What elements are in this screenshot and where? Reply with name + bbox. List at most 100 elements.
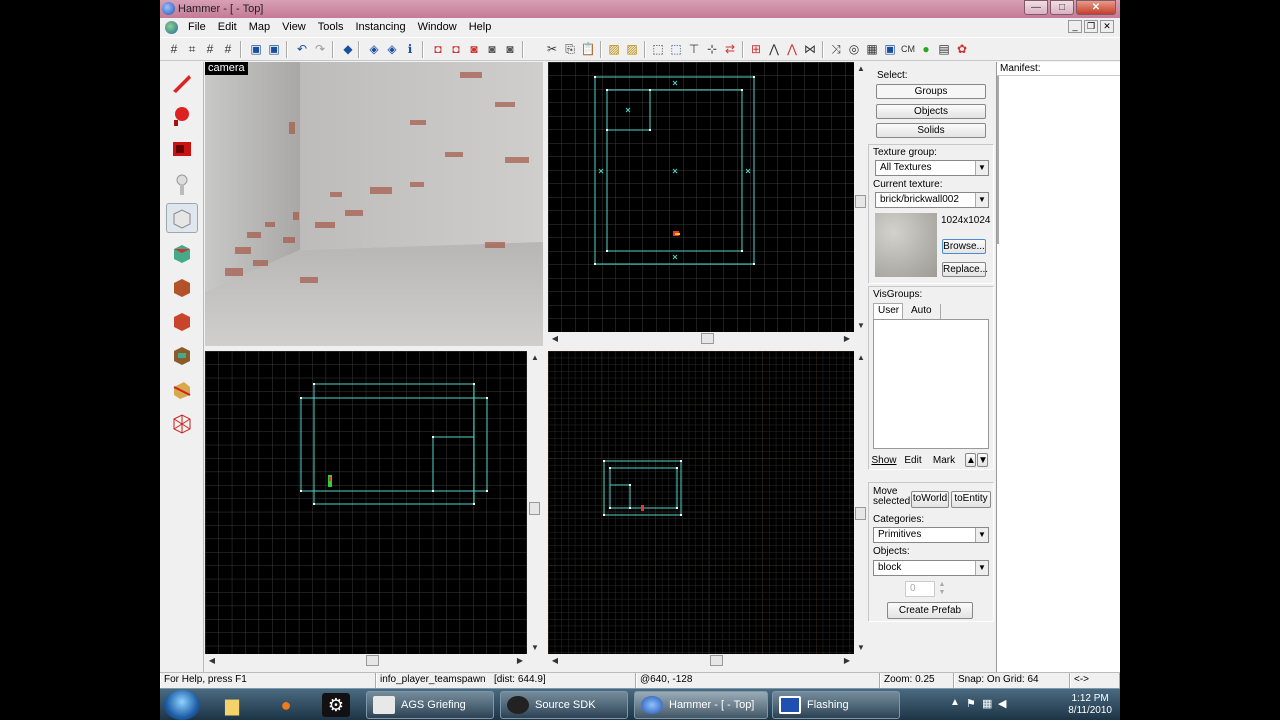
tab-auto[interactable]: Auto [905, 304, 941, 319]
face-alignment-icon[interactable]: ◙ [484, 41, 500, 57]
top-view-hscroll[interactable]: ◀ ▶ [548, 332, 854, 346]
visgroup-mark-button[interactable]: Mark [930, 454, 958, 469]
grid-larger-icon[interactable]: # [220, 41, 236, 57]
quantity-stepper[interactable]: 0 [905, 581, 935, 597]
chevron-down-icon[interactable]: ▼ [975, 161, 988, 175]
menu-view[interactable]: View [276, 21, 312, 33]
browse-button[interactable]: Browse... [942, 239, 986, 254]
hide-selected-icon[interactable]: ◈ [366, 41, 382, 57]
folder-icon[interactable]: ▆ [218, 693, 246, 717]
entity-tool[interactable] [166, 170, 198, 200]
doc-minimize-button[interactable]: _ [1068, 20, 1082, 33]
group-icon[interactable]: ▣ [248, 41, 264, 57]
carve-icon[interactable]: ◆ [340, 41, 356, 57]
select-groups-button[interactable]: Groups [876, 84, 986, 99]
overlay-tool[interactable] [166, 340, 198, 370]
grid-3d-icon[interactable]: ⌗ [184, 41, 200, 57]
texture-lock-icon[interactable]: ◘ [430, 41, 446, 57]
firefox-icon[interactable]: ● [272, 693, 300, 717]
document-icon[interactable] [165, 20, 178, 34]
task-source-sdk[interactable]: Source SDK [500, 691, 628, 719]
maximize-button[interactable]: □ [1050, 0, 1074, 15]
run-map-icon[interactable]: ● [918, 41, 934, 57]
camera-tool[interactable] [166, 134, 198, 164]
scroll-up-icon[interactable]: ▲ [530, 353, 540, 362]
visgroups-list[interactable] [873, 319, 989, 449]
texture-alignment-icon[interactable]: ◙ [466, 41, 482, 57]
flip-icon[interactable]: ⇄ [722, 41, 738, 57]
scroll-right-icon[interactable]: ▶ [842, 334, 852, 343]
menu-file[interactable]: File [182, 21, 212, 33]
entity-report-icon[interactable]: ◙ [502, 41, 518, 57]
path-icon[interactable]: ⋀ [766, 41, 782, 57]
selection-box-icon[interactable]: ⬚ [650, 41, 666, 57]
texture-browser-icon[interactable]: ▨ [624, 41, 640, 57]
show-hidden-icon[interactable]: ▲ [950, 697, 960, 708]
select-solids-button[interactable]: Solids [876, 123, 986, 138]
overlay-icon[interactable]: ⊞ [748, 41, 764, 57]
cm-button[interactable]: CM [900, 41, 916, 57]
top-view-hscroll-thumb[interactable] [701, 333, 714, 344]
scroll-down-icon[interactable]: ▼ [856, 321, 866, 330]
scroll-up-icon[interactable]: ▲ [856, 353, 866, 362]
create-prefab-button[interactable]: Create Prefab [887, 602, 973, 619]
cordon-icon[interactable]: ◎ [846, 41, 862, 57]
undo-icon[interactable]: ↶ [294, 41, 310, 57]
block-tool[interactable] [166, 203, 198, 233]
visgroup-edit-button[interactable]: Edit [900, 454, 926, 469]
chevron-down-icon[interactable]: ▼ [975, 528, 988, 542]
texture-group-select[interactable]: All Textures ▼ [875, 160, 989, 176]
draw-icon[interactable]: ✿ [954, 41, 970, 57]
clipping-tool[interactable] [166, 374, 198, 404]
chevron-down-icon[interactable]: ▼ [975, 193, 988, 207]
transform-icon[interactable]: ⊤ [686, 41, 702, 57]
paste-icon[interactable]: 📋 [580, 41, 596, 57]
scroll-up-icon[interactable]: ▲ [856, 64, 866, 73]
doc-restore-button[interactable]: ❐ [1084, 20, 1098, 33]
start-button[interactable] [164, 690, 200, 720]
texture-tool[interactable] [166, 238, 198, 268]
camera-label[interactable]: camera [205, 62, 248, 75]
selection-tool[interactable] [166, 68, 198, 98]
minimize-button[interactable]: — [1024, 0, 1048, 15]
front-view-hscroll[interactable]: ◀ ▶ [205, 654, 527, 668]
flag-icon[interactable]: ⚑ [966, 697, 976, 710]
stepper-arrows-icon[interactable]: ▲ ▼ [936, 581, 948, 597]
close-button[interactable]: ✕ [1076, 0, 1116, 15]
sprinkle-icon[interactable]: ⤨ [828, 41, 844, 57]
select-objects-button[interactable]: Objects [876, 104, 986, 119]
task-hammer[interactable]: Hammer - [ - Top] [634, 691, 768, 719]
current-texture-select[interactable]: brick/brickwall002 ▼ [875, 192, 989, 208]
vertex-tool[interactable] [166, 408, 198, 438]
hide-unselected-icon[interactable]: ◈ [384, 41, 400, 57]
scroll-left-icon[interactable]: ◀ [550, 656, 560, 665]
scroll-down-icon[interactable]: ▼ [856, 643, 866, 652]
network-icon[interactable]: ▦ [982, 697, 992, 710]
side-view-vscroll[interactable]: ▲ ▼ [854, 351, 868, 654]
menu-help[interactable]: Help [463, 21, 498, 33]
scroll-left-icon[interactable]: ◀ [207, 656, 217, 665]
to-entity-button[interactable]: toEntity [951, 491, 991, 508]
clock[interactable]: 1:12 PM 8/11/2010 [1068, 693, 1112, 717]
front-view-hscroll-thumb[interactable] [366, 655, 379, 666]
scroll-right-icon[interactable]: ▶ [515, 656, 525, 665]
magnify-tool[interactable] [166, 101, 198, 131]
side-view-hscroll-thumb[interactable] [710, 655, 723, 666]
doc-close-button[interactable]: ✕ [1100, 20, 1114, 33]
front-viewport[interactable] [205, 351, 527, 654]
scroll-down-icon[interactable]: ▼ [530, 643, 540, 652]
redo-icon[interactable]: ↷ [312, 41, 328, 57]
texture-scale-lock-icon[interactable]: ◘ [448, 41, 464, 57]
task-ags-griefing[interactable]: AGS Griefing [366, 691, 494, 719]
top-view-vscroll-thumb[interactable] [855, 195, 866, 208]
menu-tools[interactable]: Tools [312, 21, 350, 33]
model-icon[interactable]: ▣ [882, 41, 898, 57]
side-viewport[interactable] [548, 351, 854, 654]
grid-toggle-icon[interactable]: # [166, 41, 182, 57]
to-world-button[interactable]: toWorld [911, 491, 949, 508]
chevron-down-icon[interactable]: ▼ [975, 561, 988, 575]
vertex-icon[interactable]: ⋈ [802, 41, 818, 57]
top-view-vscroll[interactable]: ▲ ▼ [854, 62, 868, 332]
steam-icon[interactable]: ⚙ [322, 693, 350, 717]
volume-icon[interactable]: ◀ [998, 697, 1006, 710]
